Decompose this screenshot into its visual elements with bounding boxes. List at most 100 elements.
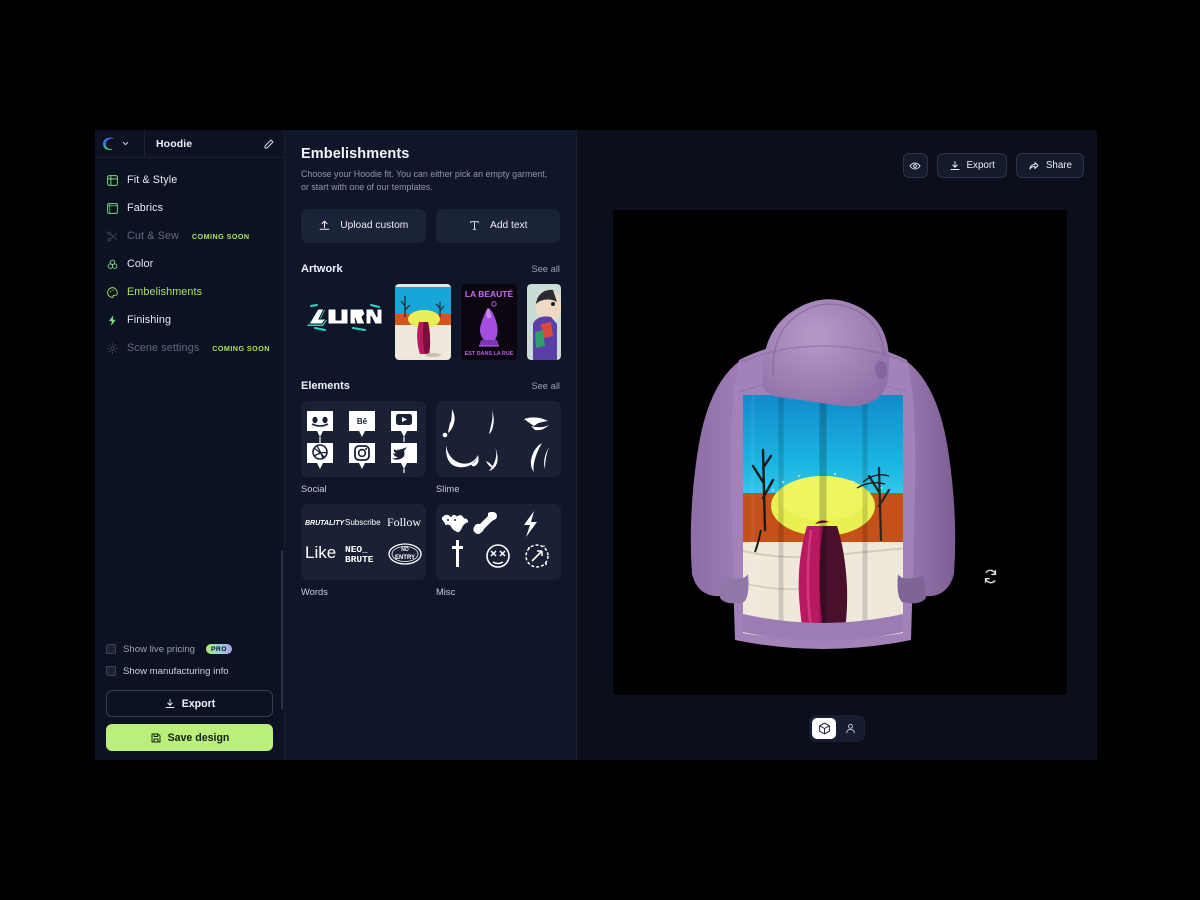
export-button[interactable]: Export — [937, 153, 1007, 178]
sidebar-item-cut-sew[interactable]: Cut & Sew COMING SOON — [95, 222, 284, 250]
fabric-swatch-icon — [106, 202, 119, 215]
svg-text:Like: Like — [305, 543, 336, 562]
sidebar-scrollbar[interactable] — [281, 550, 284, 710]
download-icon — [164, 698, 176, 710]
social-icons-preview: Bē — [301, 405, 426, 473]
sidebar-export-label: Export — [182, 698, 216, 710]
upload-custom-label: Upload custom — [340, 220, 408, 231]
upload-icon — [318, 219, 331, 232]
save-design-button[interactable]: Save design — [106, 724, 273, 751]
artwork-thumb-la-beaute[interactable]: LA BEAUTÉ EST DANS LA RUE — [461, 284, 517, 360]
svg-text:LA BEAUTÉ: LA BEAUTÉ — [465, 289, 514, 299]
artwork-section-header: Artwork See all — [301, 263, 560, 275]
svg-text:BRUTE: BRUTE — [345, 554, 374, 565]
toggle-show-live-pricing[interactable]: Show live pricing PRO — [106, 638, 273, 660]
document-title-bar[interactable]: Hoodie — [145, 130, 284, 157]
elements-card-words[interactable]: BRUTALITY Subscribe Follow Like NEO_ BRU… — [301, 504, 426, 597]
elements-heading: Elements — [301, 380, 350, 392]
toggle-show-manufacturing-info[interactable]: Show manufacturing info — [106, 660, 273, 682]
sidebar-export-button[interactable]: Export — [106, 690, 273, 717]
download-icon — [949, 160, 961, 172]
view-mode-3d[interactable] — [812, 718, 836, 739]
coming-soon-badge: COMING SOON — [192, 232, 250, 241]
artwork-see-all-link[interactable]: See all — [531, 263, 560, 274]
artwork-thumb-desert-figure[interactable] — [395, 284, 451, 360]
preview-button[interactable] — [903, 153, 928, 178]
scissors-icon — [106, 230, 119, 243]
sidebar-item-label: Cut & Sew — [127, 230, 179, 242]
view-mode-toggle — [809, 715, 865, 742]
checkbox[interactable] — [106, 644, 116, 654]
elements-grid: Bē Social — [301, 401, 560, 597]
coming-soon-badge: COMING SOON — [212, 344, 270, 353]
elements-card-preview: BRUTALITY Subscribe Follow Like NEO_ BRU… — [301, 504, 426, 580]
sidebar-item-fabrics[interactable]: Fabrics — [95, 194, 284, 222]
color-circles-icon — [106, 258, 119, 271]
desert-landscape-print — [739, 392, 907, 640]
scene-light-icon — [106, 342, 119, 355]
model-viewport[interactable] — [613, 210, 1067, 695]
pro-badge: PRO — [206, 644, 232, 654]
add-text-button[interactable]: Add text — [436, 209, 561, 243]
svg-text:Follow: Follow — [387, 515, 421, 529]
elements-card-slime[interactable]: Slime — [436, 401, 561, 494]
elements-card-preview — [436, 504, 561, 580]
elements-card-label: Social — [301, 483, 426, 494]
share-button[interactable]: Share — [1016, 153, 1084, 178]
toggle-label: Show manufacturing info — [123, 666, 229, 677]
svg-text:EST DANS LA RUE: EST DANS LA RUE — [465, 351, 514, 357]
canvas-stage: Export Share — [577, 130, 1097, 760]
app-window: Hoodie Fit & Style Fabrics — [95, 130, 1097, 760]
artwork-heading: Artwork — [301, 263, 343, 275]
panel-title: Embelishments — [301, 146, 560, 162]
add-text-label: Add text — [490, 220, 527, 231]
sidebar-footer: Show live pricing PRO Show manufacturing… — [95, 638, 284, 760]
avatar-icon — [844, 722, 857, 735]
sidebar-item-label: Finishing — [127, 314, 171, 326]
hoodie-3d-model — [613, 210, 1067, 695]
artwork-thumbnail-row: LA BEAUTÉ EST DANS LA RUE — [301, 284, 560, 360]
sidebar-item-color[interactable]: Color — [95, 250, 284, 278]
svg-text:Bē: Bē — [357, 417, 368, 426]
sidebar-item-label: Fit & Style — [127, 174, 177, 186]
rotate-icon[interactable] — [982, 568, 999, 585]
checkbox[interactable] — [106, 666, 116, 676]
view-mode-avatar[interactable] — [838, 718, 862, 739]
share-label: Share — [1046, 160, 1072, 171]
eye-icon — [909, 160, 921, 172]
document-title: Hoodie — [156, 138, 192, 150]
share-icon — [1028, 160, 1040, 172]
elements-card-misc[interactable]: Misc — [436, 504, 561, 597]
elements-see-all-link[interactable]: See all — [531, 380, 560, 391]
la-beaute-poster-artwork: LA BEAUTÉ EST DANS LA RUE — [461, 284, 517, 360]
sidebar-item-scene-settings[interactable]: Scene settings COMING SOON — [95, 334, 284, 362]
upload-custom-button[interactable]: Upload custom — [301, 209, 426, 243]
svg-text:ENTRY: ENTRY — [395, 555, 415, 561]
portrait-collage-artwork — [527, 284, 561, 360]
words-preview: BRUTALITY Subscribe Follow Like NEO_ BRU… — [301, 508, 426, 576]
stage-toolbar: Export Share — [903, 153, 1084, 178]
left-sidebar: Hoodie Fit & Style Fabrics — [95, 130, 285, 760]
svg-text:NO: NO — [401, 547, 409, 553]
save-design-label: Save design — [168, 732, 230, 744]
artwork-thumb-urban[interactable] — [301, 284, 385, 360]
chevron-down-icon — [121, 139, 130, 148]
elements-card-label: Slime — [436, 483, 561, 494]
artwork-thumb-portrait-collage[interactable] — [527, 284, 561, 360]
sidebar-item-fit-style[interactable]: Fit & Style — [95, 166, 284, 194]
sidebar-item-embelishments[interactable]: Embelishments — [95, 278, 284, 306]
sidebar-item-label: Color — [127, 258, 153, 270]
toggle-label: Show live pricing — [123, 644, 195, 655]
sidebar-item-finishing[interactable]: Finishing — [95, 306, 284, 334]
cube-3d-icon — [818, 722, 831, 735]
panel-actions: Upload custom Add text — [301, 209, 560, 243]
elements-card-preview: Bē — [301, 401, 426, 477]
edit-pencil-icon[interactable] — [263, 138, 275, 150]
svg-text:Subscribe: Subscribe — [345, 518, 381, 527]
embelishments-panel: Embelishments Choose your Hoodie fit. Yo… — [285, 130, 577, 760]
elements-card-social[interactable]: Bē Social — [301, 401, 426, 494]
sidebar-item-label: Scene settings — [127, 342, 199, 354]
lightning-icon — [106, 314, 119, 327]
brand-dropdown[interactable] — [95, 130, 145, 157]
palette-icon — [106, 286, 119, 299]
